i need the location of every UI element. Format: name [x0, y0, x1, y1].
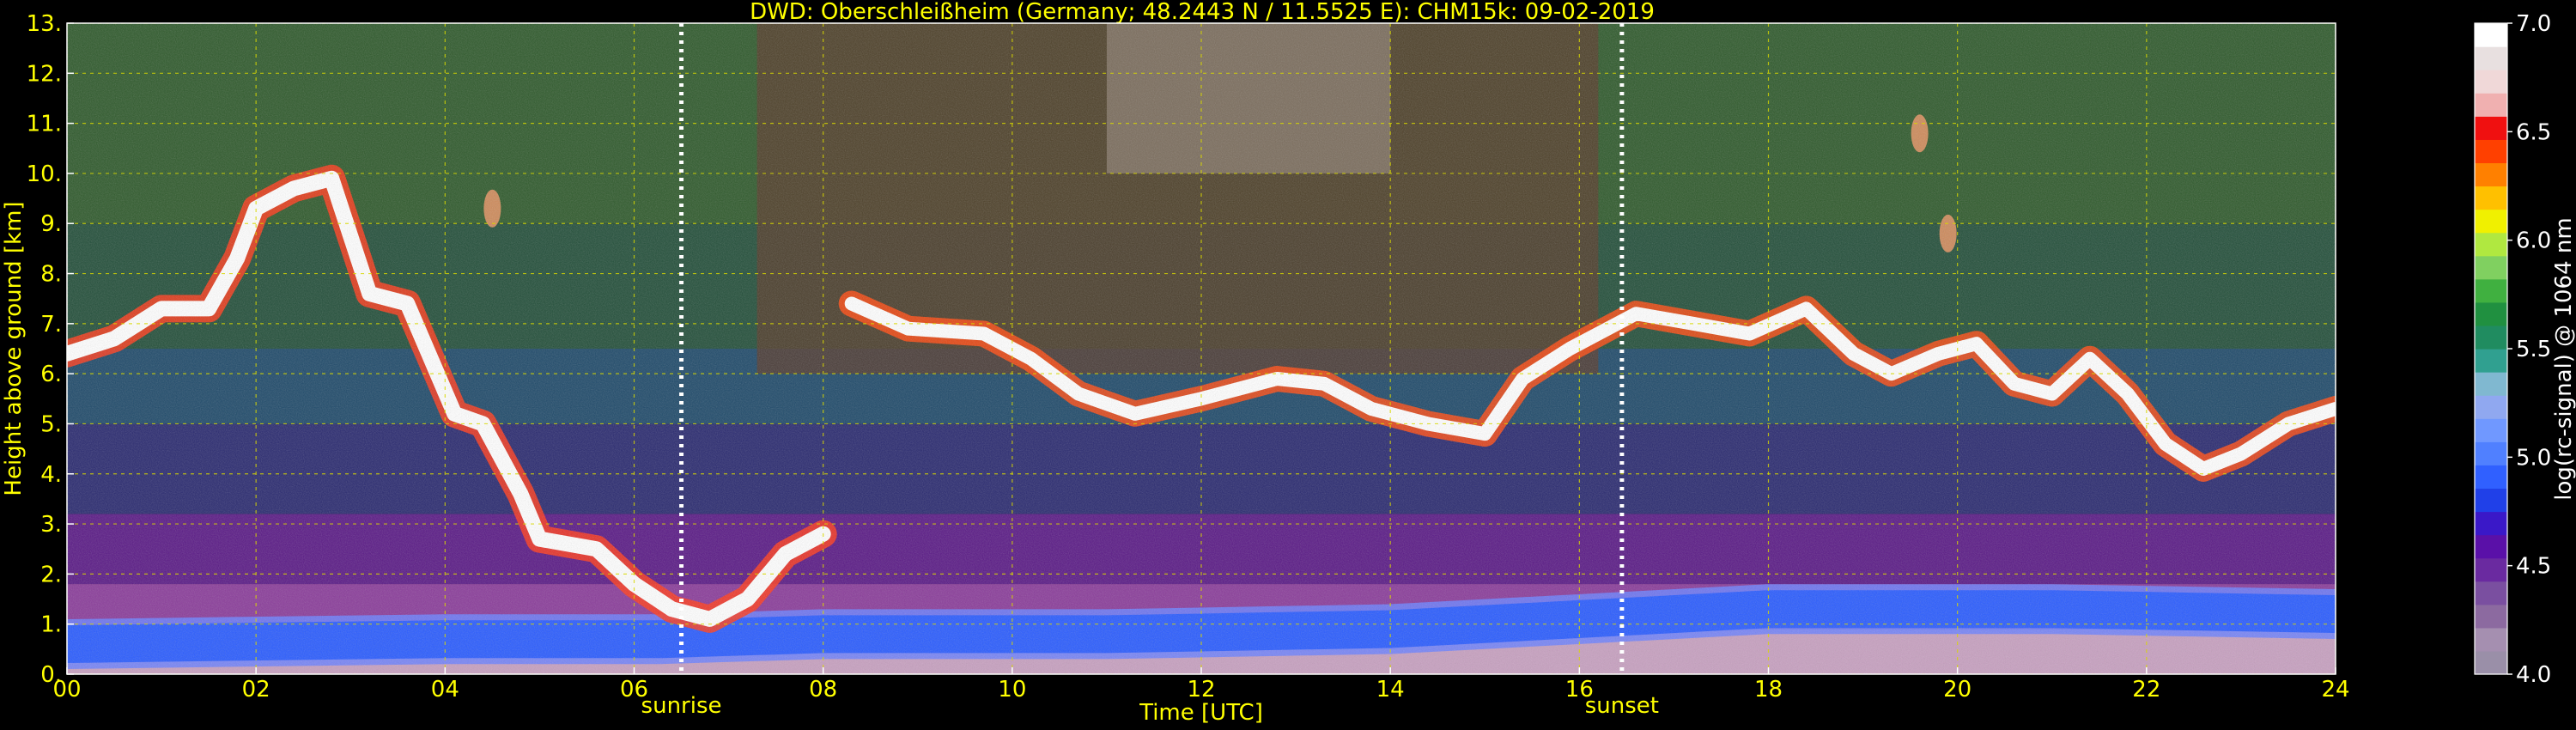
colorbar-swatch-24 [2475, 93, 2507, 117]
y-tick-label-12: 12. [27, 61, 62, 87]
colorbar-swatch-27 [2475, 23, 2507, 47]
colorbar-swatch-16 [2475, 278, 2507, 303]
y-tick-label-5: 5. [40, 411, 62, 437]
marker-label-sunrise: sunrise [641, 693, 722, 719]
x-axis-label: Time [UTC] [1139, 700, 1263, 726]
ceilometer-chart: DWD: Oberschleißheim (Germany; 48.2443 N… [1, 0, 2576, 726]
colorbar-swatch-13 [2475, 349, 2507, 373]
plot-area [67, 23, 2336, 674]
x-tick-label-9: 18 [1754, 677, 1783, 703]
y-tick-label-4: 4. [40, 462, 62, 488]
x-tick-label-4: 08 [809, 677, 837, 703]
x-tick-label-6: 12 [1187, 677, 1215, 703]
x-tick-label-1: 02 [242, 677, 270, 703]
colorbar-tick-label-2: 5.0 [2516, 445, 2551, 471]
y-tick-label-11: 11. [27, 112, 62, 137]
colorbar-label: log(rc-signal) @ 1064 nm [2551, 217, 2576, 500]
y-tick-label-1: 1. [40, 612, 62, 638]
colorbar-swatch-17 [2475, 255, 2507, 280]
colorbar-tick-label-3: 5.5 [2516, 337, 2551, 362]
colorbar-swatch-9 [2475, 441, 2507, 465]
x-tick-label-12: 24 [2321, 677, 2349, 703]
x-tick-label-7: 14 [1376, 677, 1405, 703]
x-tick-label-2: 04 [431, 677, 459, 703]
colorbar-swatch-10 [2475, 418, 2507, 442]
colorbar-swatch-22 [2475, 139, 2507, 164]
colorbar-swatch-4 [2475, 557, 2507, 582]
colorbar-swatch-8 [2475, 465, 2507, 490]
colorbar [2474, 22, 2508, 675]
colorbar-swatch-15 [2475, 301, 2507, 326]
y-tick-label-3: 3. [40, 512, 62, 538]
colorbar-swatch-11 [2475, 395, 2507, 419]
chart-title: DWD: Oberschleißheim (Germany; 48.2443 N… [750, 0, 1655, 25]
x-tick-label-5: 10 [998, 677, 1026, 703]
colorbar-tick-label-4: 6.0 [2516, 228, 2551, 254]
y-tick-label-0: 0. [40, 662, 62, 688]
y-tick-label-2: 2. [40, 562, 62, 587]
y-tick-label-9: 9. [40, 211, 62, 237]
colorbar-swatch-0 [2475, 650, 2507, 675]
marker-label-sunset: sunset [1585, 693, 1659, 719]
y-tick-label-8: 8. [40, 262, 62, 288]
colorbar-swatch-19 [2475, 209, 2507, 234]
colorbar-tick-label-5: 6.5 [2516, 119, 2551, 145]
y-tick-label-7: 7. [40, 312, 62, 338]
colorbar-tick-label-0: 4.0 [2516, 662, 2551, 688]
colorbar-swatch-1 [2475, 627, 2507, 652]
colorbar-swatch-25 [2475, 70, 2507, 94]
y-axis-label: Height above ground [km] [1, 201, 27, 496]
colorbar-swatch-14 [2475, 325, 2507, 350]
colorbar-swatch-6 [2475, 511, 2507, 536]
colorbar-ticks: 4.0 4.5 5.0 5.5 6.0 6.5 7.0 [2507, 11, 2551, 688]
colorbar-swatch-5 [2475, 534, 2507, 559]
colorbar-tick-label-1: 4.5 [2516, 554, 2551, 580]
x-tick-label-10: 20 [1943, 677, 1971, 703]
colorbar-swatch-26 [2475, 46, 2507, 70]
colorbar-swatch-12 [2475, 372, 2507, 396]
y-tick-label-10: 10. [27, 161, 62, 187]
y-tick-label-13: 13. [27, 11, 62, 37]
colorbar-tick-label-6: 7.0 [2516, 11, 2551, 37]
colorbar-swatch-20 [2475, 186, 2507, 210]
colorbar-swatch-7 [2475, 488, 2507, 513]
colorbar-swatch-21 [2475, 162, 2507, 187]
colorbar-swatch-18 [2475, 232, 2507, 257]
colorbar-swatch-2 [2475, 604, 2507, 629]
y-tick-label-6: 6. [40, 362, 62, 387]
x-tick-label-11: 22 [2132, 677, 2160, 703]
colorbar-swatch-3 [2475, 581, 2507, 605]
colorbar-swatch-23 [2475, 116, 2507, 140]
